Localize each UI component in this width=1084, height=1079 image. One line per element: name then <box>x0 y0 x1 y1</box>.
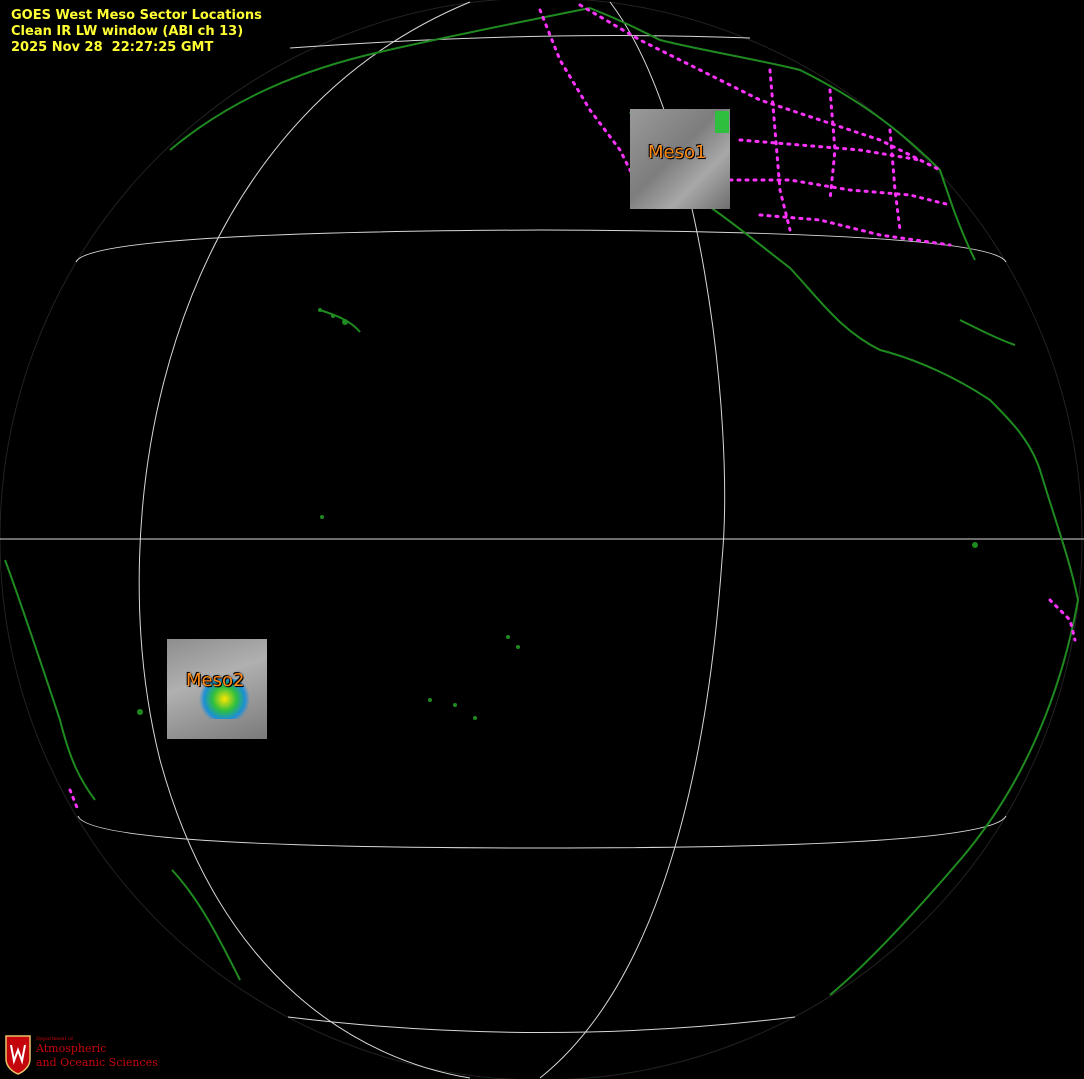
coastlines <box>4 7 1079 996</box>
latitude-line-north-30 <box>75 229 1007 263</box>
latitude-line-south-60 <box>287 1016 796 1033</box>
latitude-line-south-30 <box>77 815 1007 849</box>
logo-line-2: and Oceanic Sciences <box>36 1056 158 1069</box>
uw-crest-icon <box>5 1035 31 1075</box>
meso1-label: Meso1 <box>648 142 707 163</box>
meso2-label: Meso2 <box>186 670 245 691</box>
globe-map <box>0 0 1084 1079</box>
title-timestamp: 2025 Nov 28 22:27:25 GMT <box>11 40 214 55</box>
meridian-west <box>138 1 471 1079</box>
latitude-line-north-60 <box>289 35 751 49</box>
aos-logo: Department of Atmospheric and Oceanic Sc… <box>3 1031 158 1077</box>
logo-line-1: Atmospheric <box>36 1042 107 1055</box>
title-line-2: Clean IR LW window (ABI ch 13) <box>11 24 244 39</box>
meso1-cloud-patch <box>715 111 729 133</box>
graticule <box>0 1 1084 1079</box>
title-line-1: GOES West Meso Sector Locations <box>11 8 262 23</box>
